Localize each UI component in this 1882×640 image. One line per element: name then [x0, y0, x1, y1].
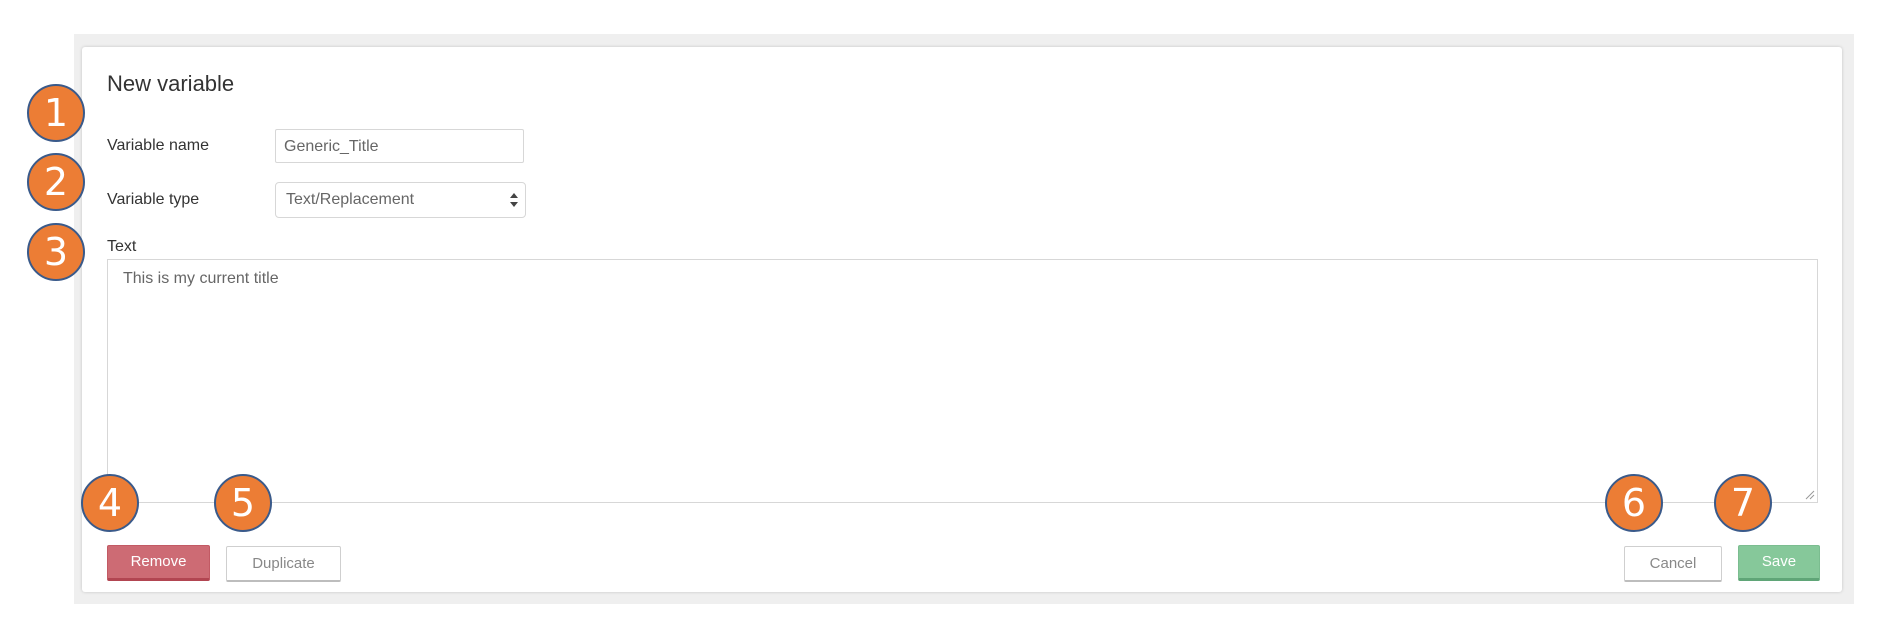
- text-label: Text: [107, 238, 137, 255]
- remove-button[interactable]: Remove: [107, 545, 210, 581]
- callout-marker-2: 2: [27, 153, 85, 211]
- callout-marker-4: 4: [81, 474, 139, 532]
- callout-marker-7: 7: [1714, 474, 1772, 532]
- variable-type-value: Text/Replacement: [286, 191, 415, 208]
- save-button[interactable]: Save: [1738, 545, 1820, 581]
- callout-marker-6: 6: [1605, 474, 1663, 532]
- variable-type-select[interactable]: Text/Replacement: [275, 182, 526, 218]
- text-area-value: This is my current title: [123, 270, 279, 287]
- cancel-button[interactable]: Cancel: [1624, 546, 1722, 582]
- variable-name-input[interactable]: Generic_Title: [275, 129, 524, 163]
- text-area[interactable]: This is my current title: [107, 259, 1818, 503]
- callout-marker-3: 3: [27, 223, 85, 281]
- variable-type-label: Variable type: [107, 191, 200, 208]
- callout-marker-1: 1: [27, 84, 85, 142]
- duplicate-button[interactable]: Duplicate: [226, 546, 341, 582]
- resize-handle-icon[interactable]: [1805, 490, 1815, 500]
- variable-name-label: Variable name: [107, 137, 209, 154]
- callout-marker-5: 5: [214, 474, 272, 532]
- select-arrows-icon: [510, 193, 518, 207]
- dialog-title: New variable: [107, 71, 235, 96]
